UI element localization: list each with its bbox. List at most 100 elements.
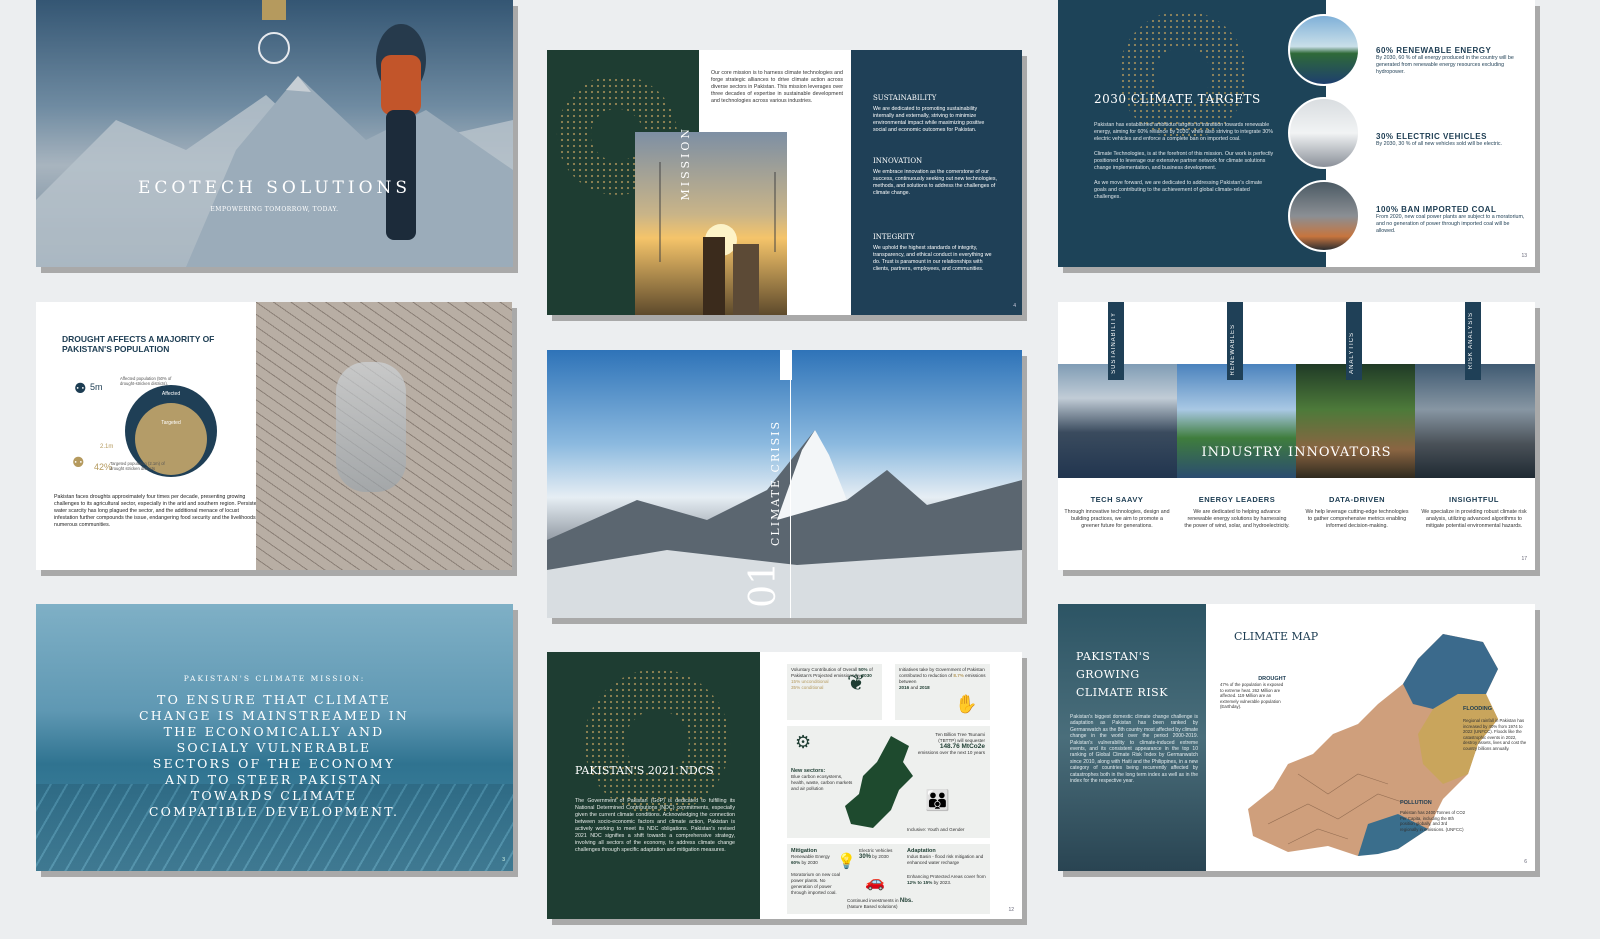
target-title: 30% ELECTRIC VEHICLES [1376, 132, 1487, 141]
value-sustainability: SUSTAINABILITY We are dedicated to promo… [873, 94, 997, 134]
risk-title: PAKISTAN'S GROWING CLIMATE RISK [1076, 650, 1168, 699]
col-text: We specialize in providing robust climat… [1421, 509, 1527, 529]
targets-para-2: Climate Technologies, is at the forefron… [1094, 151, 1274, 171]
nbs-block: Continued investments in Nbs. (Nature Ba… [847, 898, 913, 910]
section-label: CLIMATE CRISIS [769, 420, 782, 546]
stat-targeted-text: Targeted population (2.1m) of drought st… [110, 461, 165, 471]
drought-annotation: DROUGHT 47% of the population is exposed… [1220, 676, 1286, 710]
targeted-circle-label: Targeted [161, 420, 181, 426]
adaptation-text: by 2023. [933, 880, 952, 885]
mission-heading: PAKISTAN'S CLIMATE MISSION: [183, 674, 366, 683]
page-number: 4 [1013, 303, 1016, 309]
people-icon: ⚉ [74, 380, 87, 396]
slide-mission[interactable]: MISSION Our core mission is to harness c… [547, 50, 1022, 315]
ndc-text: 15% unconditional [791, 679, 829, 684]
lightbulb-icon: 💡 [837, 853, 856, 870]
col-data-driven: DATA-DRIVEN We help leverage cutting-edg… [1304, 495, 1410, 530]
col-text: We are dedicated to helping advance rene… [1184, 509, 1290, 529]
slide-ndcs[interactable]: PAKISTAN'S 2021 NDCS The Government of P… [547, 652, 1022, 919]
value-text: We embrace innovation as the cornerstone… [873, 169, 997, 196]
overlay-title: INDUSTRY INNOVATORS [1201, 445, 1392, 460]
adaptation-text: Indus Basin - flood risk mitigation and … [907, 854, 984, 865]
value-integrity: INTEGRITY We uphold the highest standard… [873, 233, 997, 273]
targets-para-3: As we move forward, we are dedicated to … [1094, 180, 1263, 200]
col-title: DATA-DRIVEN [1328, 495, 1386, 504]
photo-wind-farm [1177, 364, 1296, 478]
target-title: 60% RENEWABLE ENERGY [1376, 46, 1492, 55]
mission-side-label: MISSION [679, 126, 692, 201]
people-group-icon: 👪 [925, 790, 950, 812]
page-number: 13 [1521, 253, 1527, 259]
sectors-block: New sectors: Blue carbon ecosystems, hea… [791, 768, 853, 792]
adaptation-value: 12% to 15% [907, 880, 933, 885]
ndc-title: PAKISTAN'S 2021 NDCS [575, 764, 714, 777]
ndc-value: 2018 [919, 685, 930, 690]
logo-icon [258, 32, 290, 64]
targets-para-1: Pakistan has established ambitious targe… [1094, 122, 1273, 142]
sectors-text: Blue carbon ecosystems, health, waste, c… [791, 774, 853, 791]
electric-car-icon: 🚗 [865, 874, 885, 891]
ndc-body: The Government of Pakistan (GoP) is dedi… [575, 798, 735, 853]
page-number: 12 [1008, 907, 1014, 913]
target-ev: 30% ELECTRIC VEHICLES By 2030, 30 % of a… [1376, 132, 1526, 148]
mountain-peak-illustration [547, 430, 1022, 618]
slide-drought[interactable]: DROUGHT AFFECTS A MAJORITY OF PAKISTAN'S… [36, 302, 512, 570]
mission-text: Our core mission is to harness climate t… [711, 70, 843, 104]
ndc-text: and [910, 685, 919, 690]
ev-block: Electric Vehicles 30% by 2030 [859, 848, 903, 860]
mitigation-text: by 2030 [801, 860, 818, 865]
ndc-value: 2016 [899, 685, 910, 690]
ev-sub: by 2030 [872, 854, 889, 859]
hands-illustration [336, 362, 406, 492]
mitigation-text: Renewable Energy [791, 854, 830, 859]
flooding-annotation: FLOODING Regional rainfall in Pakistan h… [1463, 706, 1527, 752]
people-icon-gold: ⚉ [72, 454, 85, 470]
adaptation-block: Adaptation Indus Basin - flood risk miti… [907, 848, 987, 886]
ndc-value: 8.7% [953, 673, 964, 678]
slide-climate-crisis[interactable]: CLIMATE CRISIS 01 [547, 350, 1022, 618]
drought-body: Pakistan faces droughts approximately fo… [54, 494, 262, 528]
slide-climate-mission[interactable]: PAKISTAN'S CLIMATE MISSION: TO ENSURE TH… [36, 604, 513, 871]
target-text: From 2020, new coal power plants are sub… [1376, 214, 1525, 234]
slide-climate-targets[interactable]: 2030 CLIMATE TARGETS Pakistan has establ… [1058, 0, 1535, 267]
value-text: We are dedicated to promoting sustainabi… [873, 106, 985, 133]
target-photo-solar [1288, 14, 1360, 86]
value-title: SUSTAINABILITY [873, 94, 937, 102]
photo-seedling [1296, 364, 1415, 478]
tab-label: RENEWABLES [1230, 324, 1236, 376]
target-coal: 100% BAN IMPORTED COAL From 2020, new co… [1376, 205, 1526, 235]
ndc-text: 35% conditional [791, 685, 824, 690]
slide-cover[interactable]: ECOTECH SOLUTIONS EMPOWERING TOMORROW, T… [36, 0, 513, 267]
tab-label: ANALYTICS [1349, 332, 1355, 374]
tbt-block: Ten Billion Tree Tsunami (TBTTP) will se… [909, 732, 985, 756]
ev-value: 30% [859, 854, 872, 860]
slide-climate-map[interactable]: PAKISTAN'S GROWING CLIMATE RISK Pakistan… [1058, 604, 1535, 871]
target-text: By 2030, 30 % of all new vehicles sold w… [1376, 141, 1503, 147]
mission-statement: TO ENSURE THAT CLIMATE CHANGE IS MAINSTR… [139, 692, 409, 819]
page-number: 3 [502, 857, 505, 863]
tab-label: SUSTAINABILITY [1111, 312, 1117, 374]
mitigation-value: 60% [791, 860, 801, 865]
col-title: TECH SAAVY [1090, 495, 1144, 504]
col-text: We help leverage cutting-edge technologi… [1305, 509, 1409, 529]
col-title: INSIGHTFUL [1449, 495, 1499, 504]
stat-affected-value: 5m [90, 382, 103, 392]
nbs-text: Continued investments in [847, 898, 899, 903]
col-energy-leaders: ENERGY LEADERS We are dedicated to helpi… [1184, 495, 1290, 530]
page-number: 6 [1524, 859, 1527, 865]
annotation-text: Regional rainfall in Pakistan has increa… [1463, 718, 1527, 751]
risk-body: Pakistan's biggest domestic climate chan… [1070, 714, 1198, 785]
page-number: 17 [1521, 556, 1527, 562]
col-tech-saavy: TECH SAAVY Through innovative technologi… [1064, 495, 1170, 530]
annotation-title: POLLUTION [1400, 800, 1432, 806]
value-title: INTEGRITY [873, 233, 915, 241]
stat-targeted-value: 2.1m [100, 444, 114, 450]
tab-label: RISK ANALYSIS [1468, 312, 1474, 370]
value-text: We uphold the highest standards of integ… [873, 245, 992, 272]
inclusive-text: Inclusive: Youth and Gender [907, 827, 965, 832]
target-photo-coal [1288, 180, 1360, 252]
white-divider [780, 350, 792, 380]
slide-industry-innovators[interactable]: SUSTAINABILITY RENEWABLES ANALYTICS RISK… [1058, 302, 1535, 570]
target-text: By 2030, 60 % of all energy produced in … [1376, 55, 1514, 75]
col-text: Through innovative technologies, design … [1064, 509, 1170, 529]
